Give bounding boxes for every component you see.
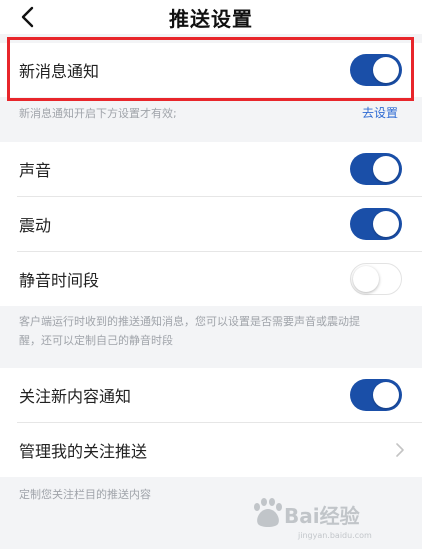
sound-toggle[interactable] — [350, 153, 402, 185]
toggle-knob — [373, 57, 399, 83]
watermark-text: Bai经验 — [284, 504, 360, 528]
notify-row: 新消息通知 — [0, 43, 422, 97]
chevron-left-icon — [21, 6, 34, 28]
notify-label: 新消息通知 — [19, 62, 100, 81]
sound-hint-line-2: 醒，还可以定制自己的静音时段 — [19, 334, 173, 347]
baidu-jingyan-watermark: Bai经验 jingyan.baidu.com — [254, 498, 372, 540]
sound-label: 声音 — [19, 161, 52, 180]
follow-toggle[interactable] — [350, 379, 402, 411]
follow-group: 关注新内容通知 管理我的关注推送 — [0, 368, 422, 477]
follow-label: 关注新内容通知 — [19, 387, 132, 406]
back-button[interactable] — [14, 3, 40, 31]
follow-hint: 定制您关注栏目的推送内容 — [19, 488, 151, 501]
notify-toggle[interactable] — [350, 54, 402, 86]
sound-row: 声音 — [0, 142, 422, 196]
quiet-hours-toggle[interactable] — [350, 263, 402, 295]
toggle-knob — [373, 382, 399, 408]
manage-follow-row[interactable]: 管理我的关注推送 — [0, 423, 422, 477]
manage-follow-label: 管理我的关注推送 — [19, 442, 148, 461]
vibrate-toggle[interactable] — [350, 208, 402, 240]
watermark-sub: jingyan.baidu.com — [297, 531, 372, 540]
vibrate-row: 震动 — [0, 197, 422, 251]
chevron-right-icon — [396, 443, 404, 457]
sound-hint: 客户端运行时收到的推送通知消息，您可以设置是否需要声音或震动提 醒，还可以定制自… — [19, 312, 408, 350]
go-settings-link[interactable]: 去设置 — [362, 104, 398, 121]
vibrate-label: 震动 — [19, 216, 52, 235]
toggle-knob — [373, 156, 399, 182]
notify-hint: 新消息通知开启下方设置才有效; — [19, 107, 177, 120]
quiet-hours-label: 静音时间段 — [19, 271, 100, 290]
sound-group: 声音 震动 静音时间段 — [0, 142, 422, 306]
sound-hint-line-1: 客户端运行时收到的推送通知消息，您可以设置是否需要声音或震动提 — [19, 315, 360, 328]
toggle-knob — [373, 211, 399, 237]
follow-row: 关注新内容通知 — [0, 368, 422, 422]
toggle-knob — [353, 266, 379, 292]
page-title: 推送设置 — [169, 6, 253, 31]
notify-group: 新消息通知 — [0, 43, 422, 97]
quiet-hours-row: 静音时间段 — [0, 252, 422, 306]
nav-bar: 推送设置 — [0, 0, 422, 34]
